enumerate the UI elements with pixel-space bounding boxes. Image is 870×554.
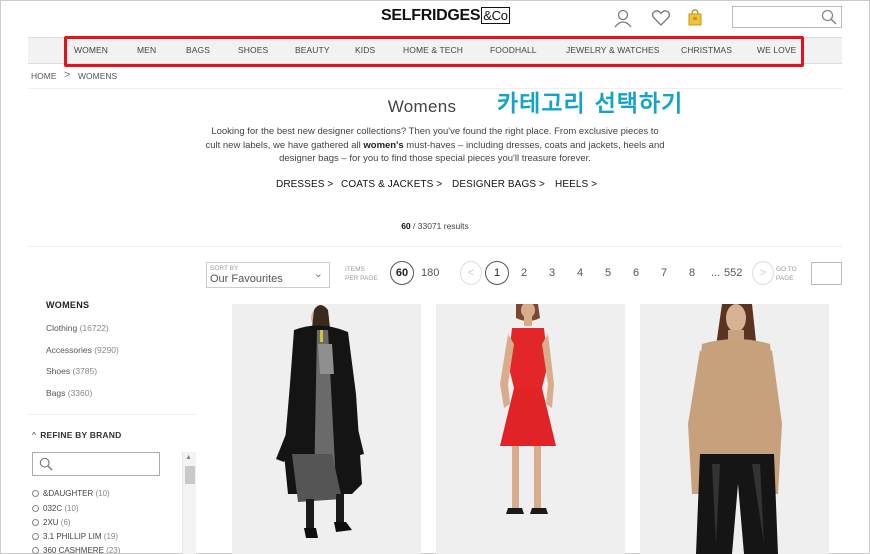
selfridges-logo[interactable]: SELFRIDGES &Co — [381, 7, 510, 25]
intro-text: Looking for the best new designer collec… — [205, 126, 665, 164]
chevron-up-icon: ^ — [32, 430, 37, 440]
brand-item[interactable]: 032C (10) — [32, 504, 79, 513]
goto-page-input[interactable] — [811, 262, 842, 285]
breadcrumb-current: WOMENS — [78, 71, 118, 81]
goto-page-label: GO TO PAGE — [776, 266, 797, 282]
product-image-beige-turtleneck[interactable] — [640, 304, 829, 554]
page-4[interactable]: 4 — [577, 267, 583, 279]
sort-value: Our Favourites — [210, 273, 283, 285]
quicklink-coats-jackets[interactable]: COATS & JACKETS > — [341, 179, 442, 190]
items-per-page-180[interactable]: 180 — [421, 267, 439, 279]
brand-item[interactable]: &DAUGHTER (10) — [32, 489, 110, 498]
sidebar-item-bags[interactable]: Bags (3360) — [46, 388, 92, 398]
chevron-down-icon: ⌄ — [313, 268, 323, 280]
page-last[interactable]: 552 — [724, 267, 742, 279]
annotation-label: 카테고리 선택하기 — [497, 91, 684, 117]
divider — [28, 414, 196, 415]
prev-page-button[interactable]: < — [460, 261, 482, 285]
page-5[interactable]: 5 — [605, 267, 611, 279]
next-page-button[interactable]: > — [752, 261, 774, 285]
results-count: 60 / 33071 results — [401, 221, 469, 231]
brand-item[interactable]: 2XU (6) — [32, 518, 71, 527]
sidebar-item-clothing[interactable]: Clothing (16722) — [46, 323, 109, 333]
sort-dropdown[interactable]: SORT BY Our Favourites ⌄ — [206, 262, 330, 288]
divider — [28, 246, 842, 247]
quicklink-dresses[interactable]: DRESSES > — [276, 179, 333, 190]
page-7[interactable]: 7 — [661, 267, 667, 279]
sidebar-item-shoes[interactable]: Shoes (3785) — [46, 366, 97, 376]
shopping-bag-icon[interactable] — [685, 8, 705, 28]
quicklink-designer-bags[interactable]: DESIGNER BAGS > — [452, 179, 545, 190]
refine-by-brand-toggle[interactable]: ^ REFINE BY BRAND — [32, 430, 121, 440]
items-per-page-label: ITEMS PER PAGE — [345, 266, 378, 282]
search-input[interactable] — [732, 6, 842, 28]
page-ellipsis: ... — [711, 267, 721, 279]
search-icon[interactable] — [821, 9, 837, 25]
search-icon — [39, 457, 53, 471]
brand-list-scrollbar[interactable]: ▲ — [182, 452, 196, 554]
page-3[interactable]: 3 — [549, 267, 555, 279]
page-6[interactable]: 6 — [633, 267, 639, 279]
sidebar-title: WOMENS — [46, 300, 90, 310]
breadcrumb-separator: > — [64, 69, 71, 81]
page-2[interactable]: 2 — [521, 267, 527, 279]
items-per-page-60[interactable]: 60 — [390, 261, 414, 285]
scrollbar-thumb[interactable] — [185, 466, 195, 484]
brand-item[interactable]: 360 CASHMERE (23) — [32, 546, 120, 554]
page-1[interactable]: 1 — [485, 261, 509, 285]
brand-search-input[interactable] — [32, 452, 160, 476]
brand-item[interactable]: 3.1 PHILLIP LIM (19) — [32, 532, 118, 541]
scroll-up-icon[interactable]: ▲ — [185, 454, 192, 461]
breadcrumb-home[interactable]: HOME — [31, 71, 57, 81]
product-image-black-coat[interactable] — [232, 304, 421, 554]
annotation-highlight-box — [64, 36, 804, 67]
quicklink-heels[interactable]: HEELS > — [555, 179, 597, 190]
sort-label: SORT BY — [210, 265, 239, 272]
page-8[interactable]: 8 — [689, 267, 695, 279]
product-image-red-dress[interactable] — [436, 304, 625, 554]
divider — [28, 88, 842, 89]
sidebar-item-accessories[interactable]: Accessories (9290) — [46, 345, 119, 355]
wishlist-heart-icon[interactable] — [651, 8, 671, 28]
page-title: Womens — [387, 97, 457, 116]
account-icon[interactable] — [613, 8, 633, 28]
